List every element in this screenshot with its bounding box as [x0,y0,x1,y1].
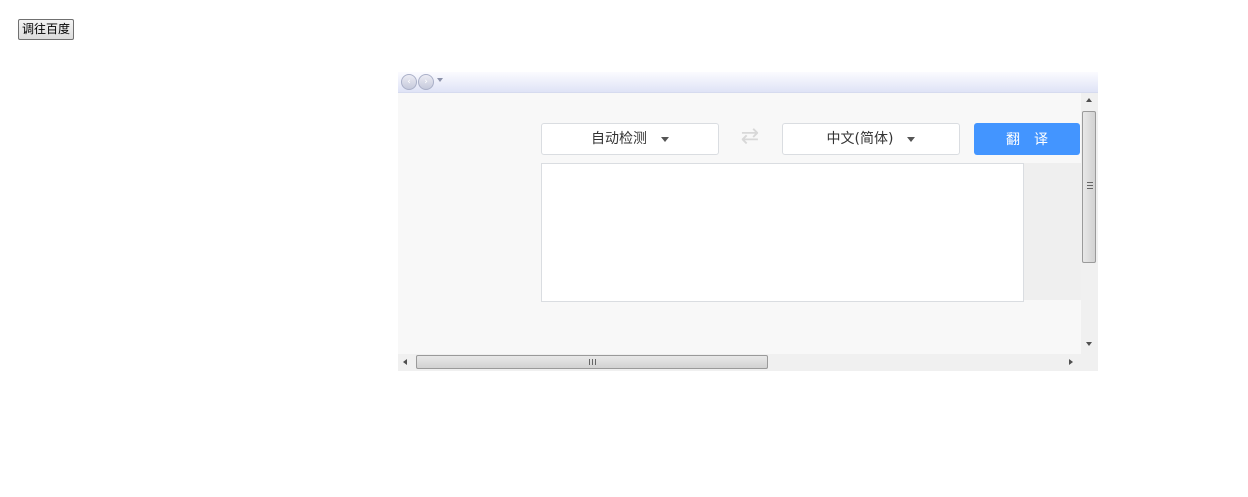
back-arrow-icon[interactable]: ‹ [401,74,417,90]
translator-page: 自动检测 ⇄ 中文(简体) 翻译 [398,93,1081,354]
target-language-label: 中文(简体) [826,131,894,147]
forward-arrow-icon[interactable]: › [418,74,434,90]
horizontal-scroll-thumb[interactable] [416,355,768,369]
vertical-scroll-thumb[interactable] [1082,111,1096,263]
source-text-input[interactable] [541,163,1024,302]
source-language-select[interactable]: 自动检测 [541,123,719,155]
grip-icon [589,359,596,365]
scrollbar-corner [1081,354,1098,371]
translation-result-panel [1024,163,1081,300]
horizontal-scrollbar[interactable] [398,354,1081,371]
scroll-left-arrow-icon[interactable] [403,359,407,365]
swap-languages-icon[interactable]: ⇄ [736,125,764,149]
browser-toolbar: ‹ › [398,72,1098,93]
scroll-up-arrow-icon[interactable] [1086,98,1092,102]
history-dropdown-icon[interactable] [437,78,443,82]
grip-icon [1087,182,1093,189]
scroll-down-arrow-icon[interactable] [1086,342,1092,346]
target-language-select[interactable]: 中文(简体) [782,123,960,155]
chevron-down-icon [907,136,916,142]
translate-button[interactable]: 翻译 [974,123,1080,155]
chevron-down-icon [661,136,669,142]
embedded-browser-frame: ‹ › 自动检测 ⇄ 中文(简体) 翻译 [398,72,1098,371]
vertical-scrollbar[interactable] [1081,93,1098,354]
source-language-label: 自动检测 [591,131,647,147]
scroll-right-arrow-icon[interactable] [1069,359,1073,365]
goto-baidu-button[interactable]: 调往百度 [18,19,75,40]
